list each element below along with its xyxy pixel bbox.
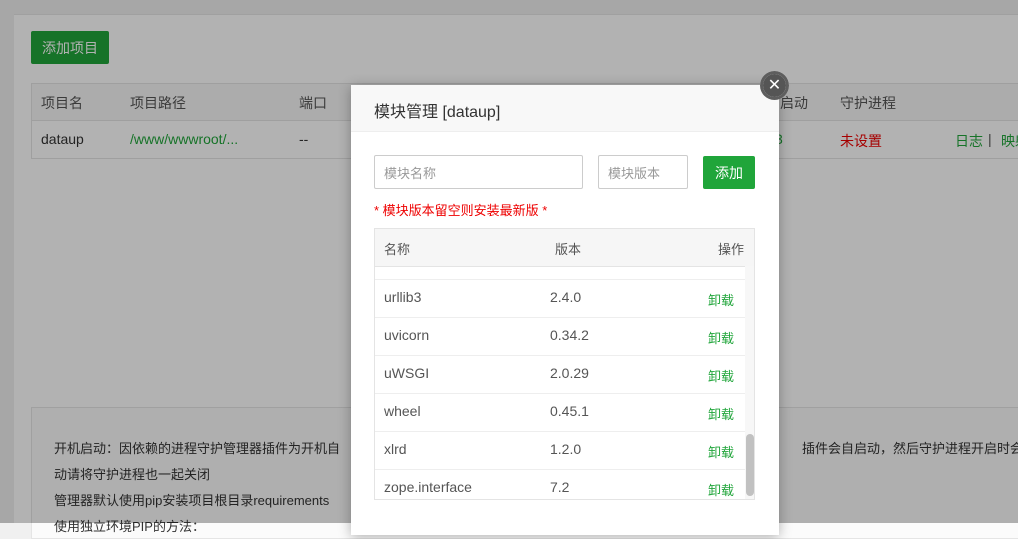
module-table: 名称 版本 操作 urllib3 2.4.0 卸载 uvicorn 0.34.2… <box>374 228 755 500</box>
module-version: 2.0.29 <box>550 365 589 381</box>
module-name: zope.interface <box>384 479 472 495</box>
uninstall-link[interactable]: 卸载 <box>708 442 734 461</box>
dialog-header: 模块管理 [dataup] <box>351 85 779 132</box>
close-dialog-button[interactable]: ✕ <box>760 71 789 100</box>
scrollbar-thumb[interactable] <box>746 434 754 496</box>
table-row: urllib3 2.4.0 卸载 <box>375 279 745 318</box>
table-row: zope.interface 7.2 卸载 <box>375 469 745 499</box>
module-name-input[interactable]: 模块名称 <box>374 155 583 189</box>
uninstall-link[interactable]: 卸载 <box>708 328 734 347</box>
module-table-body[interactable]: urllib3 2.4.0 卸载 uvicorn 0.34.2 卸载 uWSGI… <box>375 266 745 499</box>
uninstall-link[interactable]: 卸载 <box>708 366 734 385</box>
module-manager-dialog: 模块管理 [dataup] 模块名称 模块版本 添加 * 模块版本留空则安装最新… <box>351 85 779 535</box>
close-icon: ✕ <box>763 74 786 97</box>
module-name: urllib3 <box>384 289 422 305</box>
module-version: 7.2 <box>550 479 570 495</box>
module-name: uWSGI <box>384 365 430 381</box>
module-version: 0.45.1 <box>550 403 589 419</box>
module-version-input[interactable]: 模块版本 <box>598 155 688 189</box>
module-name: xlrd <box>384 441 407 457</box>
module-version: 2.4.0 <box>550 289 582 305</box>
table-row: uWSGI 2.0.29 卸载 <box>375 355 745 394</box>
uninstall-link[interactable]: 卸载 <box>708 290 734 309</box>
module-version: 1.2.0 <box>550 441 582 457</box>
module-version: 0.34.2 <box>550 327 589 343</box>
add-module-button[interactable]: 添加 <box>703 156 755 189</box>
table-row-partial <box>375 241 745 280</box>
table-row: wheel 0.45.1 卸载 <box>375 393 745 432</box>
module-name: wheel <box>384 403 421 419</box>
module-table-scrollbar[interactable] <box>745 266 754 499</box>
table-row: uvicorn 0.34.2 卸载 <box>375 317 745 356</box>
uninstall-link[interactable]: 卸载 <box>708 480 734 499</box>
module-name: uvicorn <box>384 327 430 343</box>
table-row: xlrd 1.2.0 卸载 <box>375 431 745 470</box>
version-note: * 模块版本留空则安装最新版 * <box>374 203 548 218</box>
uninstall-link[interactable]: 卸载 <box>708 404 734 423</box>
dialog-title: 模块管理 [dataup] <box>374 104 501 121</box>
